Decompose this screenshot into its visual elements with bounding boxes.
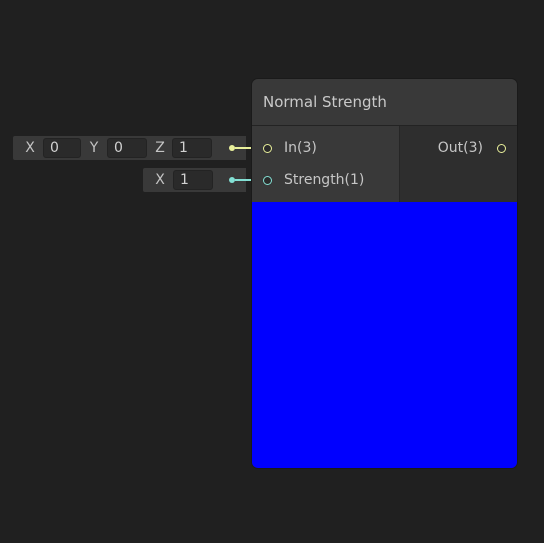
port-in-circle-icon[interactable] (263, 143, 272, 153)
y-axis-label: Y (89, 140, 99, 156)
z-axis-label: Z (155, 140, 165, 156)
x-value-input[interactable]: 0 (43, 138, 81, 158)
node-title[interactable]: Normal Strength (252, 79, 517, 126)
strength-x-label: X (155, 172, 165, 188)
input-port-in[interactable]: In(3) (263, 138, 317, 158)
input-port-strength[interactable]: Strength(1) (263, 170, 364, 190)
output-ports: Out(3) (400, 126, 517, 202)
port-out-label: Out(3) (437, 140, 483, 156)
port-out-circle-icon[interactable] (497, 143, 506, 153)
x-axis-label: X (25, 140, 35, 156)
node-ports: In(3) Strength(1) Out(3) (252, 126, 517, 202)
in-vector-field-group: X 0 Y 0 Z 1 (13, 136, 246, 160)
node-preview (252, 202, 517, 468)
z-value-input[interactable]: 1 (172, 138, 212, 158)
strength-value-input[interactable]: 1 (173, 170, 213, 190)
graph-canvas[interactable]: X 0 Y 0 Z 1 X 1 Normal Strength In(3) St… (0, 0, 544, 543)
normal-strength-node[interactable]: Normal Strength In(3) Strength(1) Out(3) (252, 79, 517, 468)
y-value-input[interactable]: 0 (107, 138, 147, 158)
output-port-out[interactable]: Out(3) (438, 138, 506, 158)
port-strength-circle-icon[interactable] (263, 175, 272, 185)
port-in-label: In(3) (284, 140, 317, 156)
port-strength-label: Strength(1) (284, 172, 365, 188)
input-ports: In(3) Strength(1) (252, 126, 400, 202)
